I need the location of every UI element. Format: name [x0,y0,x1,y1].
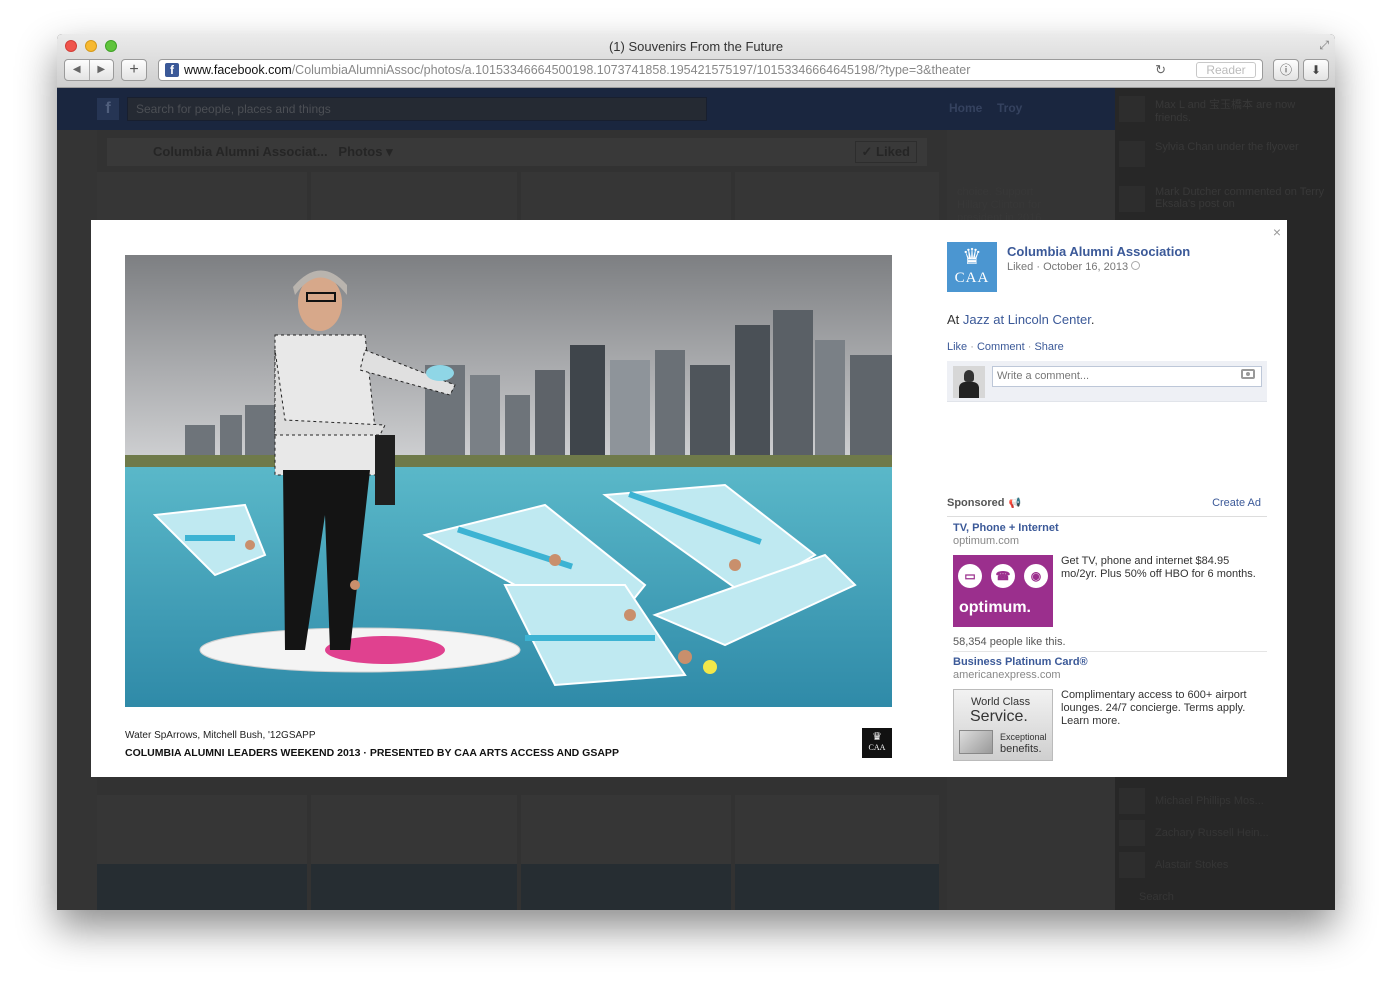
caa-small-logo: ♛ CAA [862,728,892,758]
post-actions: Like · Comment · Share [947,341,1064,353]
info-button[interactable]: ⓘ [1273,59,1299,81]
credit-card-icon [959,730,993,754]
url-path: /ColumbiaAlumniAssoc/photos/a.1015334666… [291,63,971,77]
crown-icon: ♛ [872,731,882,743]
swimmer [245,540,255,550]
comment-box: Write a comment... [947,361,1267,402]
ad-text: Complimentary access to 600+ airport lou… [1061,689,1247,727]
ad-domain: americanexpress.com [953,669,1061,681]
swimmer [624,609,636,621]
page-meta: Liked · October 16, 2013 [1007,261,1141,273]
swimmer [678,650,692,664]
shoreline-trees [125,455,892,469]
title-bar: (1) Souvenirs From the Future ⤢ ◀ ▶ + f … [57,34,1335,88]
mouse-icon: ◉ [1024,564,1048,588]
download-button[interactable]: ⬇ [1303,59,1329,81]
optimum-brand: optimum. [959,599,1031,616]
caa-logo-avatar[interactable]: ♛ CAA [947,242,997,292]
location-link[interactable]: Jazz at Lincoln Center [963,312,1091,327]
ad-image[interactable]: ▭ ☎ ◉ optimum. [953,555,1053,627]
ad-likes: 58,354 people like this. [953,636,1066,648]
sponsored-header: Sponsored 📢 Create Ad [947,497,1267,517]
user-avatar [953,366,985,398]
globe-icon [1131,261,1141,270]
ad-image[interactable]: World Class Service. Exceptional benefit… [953,689,1053,761]
sponsored-label: Sponsored 📢 [947,497,1021,509]
facebook-favicon-icon: f [165,63,179,77]
reader-button[interactable]: Reader [1196,62,1256,78]
photo-lightbox: × Water SpArrows, Mitchell Bush, '12GSAP… [91,220,1287,777]
window-title: (1) Souvenirs From the Future [608,39,784,54]
address-bar[interactable]: f www.facebook.com/ColumbiaAlumniAssoc/p… [158,59,1263,81]
location-line: At Jazz at Lincoln Center. [947,312,1095,327]
camera-icon[interactable] [1241,369,1255,379]
beach-ball [703,660,717,674]
ad-text: Get TV, phone and internet $84.95 mo/2yr… [1061,555,1256,580]
forward-button[interactable]: ▶ [88,60,114,80]
comment-input[interactable]: Write a comment... [992,366,1262,387]
share-link[interactable]: Share [1034,341,1063,353]
photo-caption-event: COLUMBIA ALUMNI LEADERS WEEKEND 2013 · P… [125,747,619,759]
history-nav: ◀ ▶ [64,59,114,81]
ad-optimum[interactable]: TV, Phone + Internet optimum.com ▭ ☎ ◉ o… [953,522,1267,648]
swimmer [549,554,561,566]
ad-domain: optimum.com [953,535,1020,547]
ad-title[interactable]: TV, Phone + Internet [953,522,1267,534]
phone-icon: ☎ [991,564,1015,588]
create-ad-link[interactable]: Create Ad [1212,497,1261,509]
tv-icon: ▭ [958,564,982,588]
main-photo[interactable] [125,255,892,707]
megaphone-icon: 📢 [1008,498,1021,509]
page-content: f Search for people, places and things H… [57,88,1335,910]
reload-icon[interactable]: ↻ [1155,62,1166,78]
comment-link[interactable]: Comment [977,341,1025,353]
swimmer [350,580,360,590]
ad-title[interactable]: Business Platinum Card® [953,656,1267,668]
back-button[interactable]: ◀ [65,60,89,80]
photo-caption-credit: Water SpArrows, Mitchell Bush, '12GSAPP [125,730,316,741]
crown-icon: ♛ [962,244,982,269]
ad-amex[interactable]: Business Platinum Card® americanexpress.… [953,656,1267,761]
page-name-link[interactable]: Columbia Alumni Association [1007,244,1190,259]
fullscreen-icon[interactable]: ⤢ [1319,38,1329,53]
like-link[interactable]: Like [947,341,967,353]
photo-illustration [125,255,892,707]
url-host: www.facebook.com [184,63,292,77]
url-text[interactable]: www.facebook.com/ColumbiaAlumniAssoc/pho… [184,63,970,77]
swimmer [729,559,741,571]
ad-divider [953,651,1267,652]
browser-window: (1) Souvenirs From the Future ⤢ ◀ ▶ + f … [57,34,1335,910]
close-lightbox-icon[interactable]: × [1273,224,1281,240]
new-tab-button[interactable]: + [121,59,147,81]
